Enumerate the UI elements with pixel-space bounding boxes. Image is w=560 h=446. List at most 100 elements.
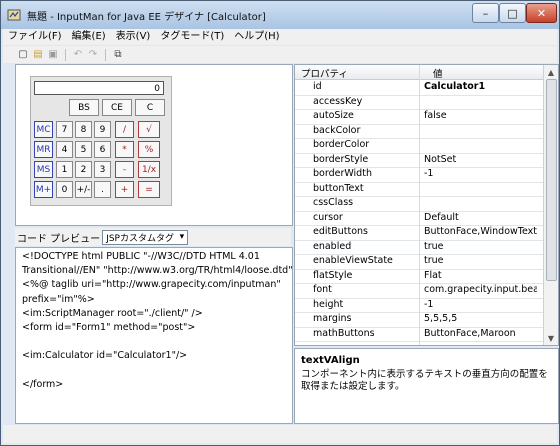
code-line: prefix="im"%>: [22, 293, 95, 305]
preview-label: コード プレビュー: [17, 233, 101, 245]
property-name: height: [313, 298, 344, 310]
toolbar-separator: [65, 48, 66, 61]
code-line: <!DOCTYPE html PUBLIC "-//W3C//DTD HTML …: [22, 251, 260, 262]
property-scrollbar[interactable]: ▲ ▼: [543, 65, 558, 345]
toolbar: ▢ ▤ ▣ ↶ ↷ ⧉: [3, 46, 557, 63]
property-value[interactable]: ButtonFace,Maroon: [424, 328, 537, 339]
calc-button[interactable]: MR: [34, 141, 53, 158]
property-name: enableViewState: [313, 255, 393, 266]
property-value[interactable]: true: [424, 255, 537, 266]
title-bar[interactable]: 無題 - InputMan for Java EE デザイナ [Calculat…: [1, 1, 559, 29]
property-name: editButtons: [313, 226, 369, 237]
minimize-button[interactable]: –: [472, 3, 499, 23]
property-value[interactable]: Default: [424, 212, 537, 223]
property-value[interactable]: ButtonFace,WindowText: [424, 226, 537, 237]
calc-button[interactable]: +/-: [75, 181, 92, 198]
property-name: borderWidth: [313, 168, 372, 179]
calc-button[interactable]: .: [94, 181, 111, 198]
code-line: <%@ taglib uri="http://www.grapecity.com…: [22, 279, 281, 291]
menu-view[interactable]: 表示(V): [111, 29, 156, 45]
calc-button[interactable]: =: [138, 181, 160, 198]
property-value[interactable]: -1: [424, 299, 537, 310]
property-value[interactable]: true: [424, 241, 537, 252]
close-button[interactable]: ✕: [526, 3, 557, 23]
chevron-down-icon: ▾: [179, 232, 185, 242]
property-name: buttonText: [313, 182, 364, 194]
calc-button[interactable]: M+: [34, 181, 53, 198]
calculator-display: 0: [34, 81, 164, 95]
calc-button[interactable]: 1: [56, 161, 73, 178]
help-title: textVAlign: [301, 355, 360, 366]
property-value[interactable]: 5,5,5,5: [424, 313, 537, 324]
calc-button[interactable]: 7: [56, 121, 73, 138]
property-name: mathButtons: [313, 327, 375, 339]
calc-button[interactable]: 0: [56, 181, 73, 198]
property-grid: プロパティ 値 id Calculator1 accessKey autoSize fa…: [294, 64, 559, 346]
property-name: borderColor: [313, 139, 370, 150]
property-value[interactable]: com.grapecity.input.beans: [424, 284, 537, 295]
design-surface[interactable]: 0 BS CE C MC 7 8 9/√ MR 4 5 6 *% MS 1 2 3-1/x M+ 0 +/-.…: [15, 64, 293, 226]
calc-button[interactable]: %: [138, 141, 160, 158]
property-value[interactable]: NotSet: [424, 154, 537, 165]
code-line: </form>: [22, 378, 64, 390]
calc-button[interactable]: 6: [94, 141, 111, 158]
calc-button[interactable]: 2: [75, 161, 92, 178]
calc-button[interactable]: 8: [75, 121, 92, 138]
undo-icon[interactable]: ↶: [72, 49, 84, 61]
property-name: id: [313, 81, 322, 92]
code-line: <form id="Form1" method="post">: [22, 322, 196, 333]
property-name: accessKey: [313, 95, 363, 107]
preview-select-value: JSPカスタムタグ: [106, 233, 174, 244]
save-icon[interactable]: ▣: [47, 49, 59, 61]
scroll-thumb[interactable]: [546, 79, 557, 281]
calc-button[interactable]: MC: [34, 121, 53, 138]
property-name: enabled: [313, 240, 352, 252]
preview-format-select[interactable]: JSPカスタムタグ ▾: [102, 229, 189, 245]
calc-button[interactable]: +: [115, 181, 134, 198]
property-name: margins: [313, 313, 352, 324]
app-icon: [7, 9, 21, 21]
property-name: cursor: [313, 211, 343, 223]
value-column-header: 値: [433, 69, 443, 80]
calc-button[interactable]: √: [138, 121, 160, 138]
open-icon[interactable]: ▤: [32, 49, 44, 61]
preview-header: コード プレビュー JSPカスタムタグ ▾: [15, 228, 291, 246]
calc-button[interactable]: 5: [75, 141, 92, 158]
redo-icon[interactable]: ↷: [87, 49, 99, 61]
help-description: コンポーネント内に表示するテキストの垂直方向の配置を取得または設定します。: [301, 369, 548, 392]
copy-icon[interactable]: ⧉: [112, 49, 124, 61]
property-column-header: プロパティ: [301, 69, 348, 80]
calc-button[interactable]: 3: [94, 161, 111, 178]
calculator-component[interactable]: 0 BS CE C MC 7 8 9/√ MR 4 5 6 *% MS 1 2 3-1/x M+ 0 +/-.…: [30, 76, 172, 206]
maximize-button[interactable]: □: [499, 3, 526, 23]
calc-button[interactable]: /: [115, 121, 134, 138]
calc-button[interactable]: -: [115, 161, 134, 178]
code-preview[interactable]: <!DOCTYPE html PUBLIC "-//W3C//DTD HTML …: [15, 247, 293, 424]
calc-button[interactable]: 9: [94, 121, 111, 138]
property-value[interactable]: Calculator1: [424, 81, 537, 92]
menu-bar: ファイル(F) 編集(E) 表示(V) タグモード(T) ヘルプ(H): [3, 29, 557, 45]
property-value[interactable]: Flat: [424, 270, 537, 281]
new-icon[interactable]: ▢: [17, 49, 29, 61]
menu-file[interactable]: ファイル(F): [3, 29, 67, 45]
property-value[interactable]: false: [424, 110, 537, 121]
menu-tagmode[interactable]: タグモード(T): [155, 29, 229, 45]
app-window: 無題 - InputMan for Java EE デザイナ [Calculat…: [0, 0, 560, 446]
calc-button-ce[interactable]: CE: [102, 99, 132, 116]
calc-button-bs[interactable]: BS: [69, 99, 99, 116]
calc-button-c[interactable]: C: [135, 99, 165, 116]
scroll-down-icon[interactable]: ▼: [544, 331, 558, 345]
window-title: 無題 - InputMan for Java EE デザイナ [Calculat…: [27, 12, 266, 23]
property-name: flatStyle: [313, 269, 353, 281]
calc-button[interactable]: 4: [56, 141, 73, 158]
menu-help[interactable]: ヘルプ(H): [229, 29, 284, 45]
property-help-panel: textVAlign コンポーネント内に表示するテキストの垂直方向の配置を取得ま…: [294, 348, 559, 424]
calc-button[interactable]: MS: [34, 161, 53, 178]
property-value[interactable]: -1: [424, 168, 537, 179]
calc-button[interactable]: 1/x: [138, 161, 160, 178]
menu-edit[interactable]: 編集(E): [67, 29, 111, 45]
property-name: borderStyle: [313, 153, 369, 165]
scroll-up-icon[interactable]: ▲: [544, 65, 558, 79]
column-divider[interactable]: [419, 65, 420, 345]
calc-button[interactable]: *: [115, 141, 134, 158]
